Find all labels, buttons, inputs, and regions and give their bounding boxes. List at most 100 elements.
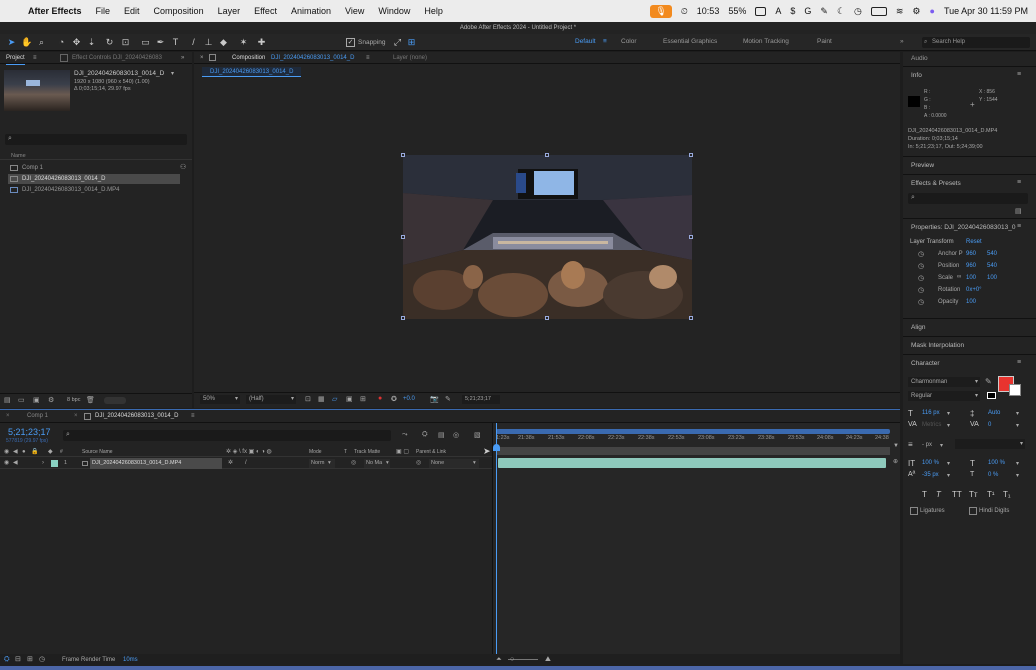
workspace-motion-tracking[interactable]: Motion Tracking xyxy=(743,38,789,45)
layer-name[interactable]: DJI_20240426083013_0014_D.MP4 xyxy=(90,458,222,469)
moon-icon[interactable]: ☾ xyxy=(837,6,845,17)
quality-icon[interactable]: / xyxy=(245,458,247,469)
project-menu-icon[interactable]: ≡ xyxy=(33,52,37,64)
link-icon[interactable]: ∞ xyxy=(957,274,961,280)
preview-panel-title[interactable]: Preview xyxy=(911,162,934,169)
show-snapshot-icon[interactable]: ✎ xyxy=(445,395,451,403)
mask-visibility-icon[interactable]: ▱ xyxy=(332,395,337,403)
current-time-display[interactable]: 5;21;23;17 xyxy=(8,427,51,437)
viewer-timecode[interactable]: 5;21;23;17 xyxy=(462,395,500,404)
character-menu-icon[interactable]: ≡ xyxy=(1017,359,1021,366)
prop-position-x[interactable]: 960 xyxy=(966,263,976,269)
transform-handle[interactable] xyxy=(689,235,693,239)
frame-blending-icon[interactable]: ◎ xyxy=(453,431,459,439)
chevron-down-icon[interactable]: ▾ xyxy=(940,442,943,449)
hindi-digits-checkbox[interactable] xyxy=(969,507,977,515)
eyedropper-icon[interactable]: ✎ xyxy=(985,377,992,386)
puppet-tool-icon[interactable]: ✚ xyxy=(256,37,267,48)
parent-link-header[interactable]: Parent & Link xyxy=(416,447,446,457)
time-navigator[interactable] xyxy=(496,447,890,455)
mask-interpolation-title[interactable]: Mask Interpolation xyxy=(911,342,964,349)
tab-project[interactable]: Project xyxy=(6,52,25,65)
kerning-value[interactable]: Metrics xyxy=(922,422,941,428)
dollar-icon[interactable]: $ xyxy=(790,6,795,16)
resolution-select[interactable]: (Half) ▾ xyxy=(246,395,296,404)
bpc-label[interactable]: 8 bpc xyxy=(67,397,80,403)
effects-presets-title[interactable]: Effects & Presets xyxy=(911,180,961,187)
project-search-input[interactable]: ⌕ xyxy=(5,134,187,145)
vertical-scale-value[interactable]: 100 % xyxy=(922,460,939,466)
new-folder-icon[interactable]: ▭ xyxy=(18,396,25,404)
workspace-paint[interactable]: Paint xyxy=(817,38,832,45)
label-icon[interactable]: ◆ xyxy=(48,447,53,457)
anchor-tool-icon[interactable]: ⊡ xyxy=(120,37,131,48)
prop-anchor-x[interactable]: 960 xyxy=(966,251,976,257)
comp-flowchart-icon[interactable]: ⤳ xyxy=(402,431,408,439)
menu-file[interactable]: File xyxy=(96,6,111,16)
menu-view[interactable]: View xyxy=(345,6,364,16)
clock-icon[interactable]: ◷ xyxy=(854,6,862,17)
ligatures-checkbox[interactable] xyxy=(910,507,918,515)
transform-handle[interactable] xyxy=(689,316,693,320)
comp-marker-icon[interactable]: ▼ xyxy=(893,443,899,449)
small-caps-icon[interactable]: Tт xyxy=(969,490,978,499)
control-center-icon[interactable]: ⚙ xyxy=(912,6,920,17)
chevron-down-icon[interactable]: ▾ xyxy=(171,70,174,77)
character-panel-title[interactable]: Character xyxy=(911,360,940,367)
menu-help[interactable]: Help xyxy=(424,6,443,16)
grammarly-icon[interactable]: G xyxy=(804,6,811,16)
lock-icon[interactable]: 🔒 xyxy=(31,447,38,457)
workspace-essential-graphics[interactable]: Essential Graphics xyxy=(663,38,717,45)
interpret-footage-icon[interactable]: ▤ xyxy=(4,396,11,404)
prop-scale-x[interactable]: 100 xyxy=(966,275,976,281)
workspace-menu-icon[interactable]: ≡ xyxy=(603,38,607,45)
pan-tool-icon[interactable]: ✥ xyxy=(71,37,82,48)
effects-menu-icon[interactable]: ≡ xyxy=(1017,179,1021,186)
info-panel-title[interactable]: Info xyxy=(911,72,922,79)
transform-handle[interactable] xyxy=(689,153,693,157)
work-area-bar[interactable] xyxy=(496,429,890,434)
tracking-value[interactable]: 0 xyxy=(988,422,991,428)
panel-overflow-icon[interactable]: » xyxy=(181,52,184,64)
superscript-icon[interactable]: T¹ xyxy=(987,490,995,499)
tab-comp1[interactable]: Comp 1 xyxy=(27,410,48,422)
source-name-header[interactable]: Source Name xyxy=(82,447,113,457)
stopwatch-icon[interactable]: ◷ xyxy=(918,286,924,294)
edit-icon[interactable]: ✎ xyxy=(820,6,828,17)
menubar-clock[interactable]: 10:53 xyxy=(697,6,720,16)
solo-icon[interactable]: ● xyxy=(22,447,26,457)
composition-frame-image[interactable] xyxy=(403,155,692,319)
project-item-comp[interactable]: Comp 1 xyxy=(8,163,180,173)
effects-search-input[interactable]: ⌕ xyxy=(908,193,1028,204)
collapse-icon[interactable]: ✲ xyxy=(228,458,233,469)
mode-header[interactable]: Mode xyxy=(309,447,322,457)
transparency-grid-icon[interactable]: ▦ xyxy=(318,395,325,403)
timeline-search-input[interactable]: ⌕ xyxy=(63,430,391,441)
audio-icon[interactable]: ◀ xyxy=(13,447,18,457)
menubar-datetime[interactable]: Tue Apr 30 11:59 PM xyxy=(944,6,1028,16)
zoom-out-icon[interactable]: ⏶ xyxy=(496,654,502,666)
reset-button[interactable]: Reset xyxy=(966,239,982,245)
chevron-down-icon[interactable]: ▾ xyxy=(1016,410,1019,417)
viewer-menu-icon[interactable]: ≡ xyxy=(366,52,370,64)
lock-icon[interactable] xyxy=(209,54,216,61)
chevron-down-icon[interactable]: ▾ xyxy=(947,410,950,417)
menu-app-name[interactable]: After Effects xyxy=(28,6,82,16)
display-icon[interactable] xyxy=(755,6,767,16)
audio-panel-title[interactable]: Audio xyxy=(911,55,928,62)
playhead-handle[interactable] xyxy=(493,444,500,451)
eye-icon[interactable]: ◉ xyxy=(4,458,9,469)
workspace-overflow-icon[interactable]: » xyxy=(900,38,904,45)
chevron-down-icon[interactable]: ▾ xyxy=(1016,460,1019,467)
stopwatch-icon[interactable]: ◷ xyxy=(918,250,924,258)
layer-mode-select[interactable]: Norm xyxy=(309,459,335,468)
project-item-mp4[interactable]: DJI_20240426083013_0014_D.MP4 xyxy=(8,185,180,195)
info-menu-icon[interactable]: ≡ xyxy=(1017,71,1021,78)
toggle-transfer-icon[interactable]: ⊟ xyxy=(15,654,21,666)
toggle-switches-icon[interactable]: ⛭ xyxy=(4,654,10,666)
horizontal-scale-value[interactable]: 100 % xyxy=(988,460,1005,466)
stroke-style-select[interactable]: ▾ xyxy=(955,439,1025,449)
parent-select[interactable]: None xyxy=(429,459,479,468)
close-tab-icon[interactable]: × xyxy=(200,52,204,64)
orbit-tool-icon[interactable]: ◔ xyxy=(56,37,67,48)
